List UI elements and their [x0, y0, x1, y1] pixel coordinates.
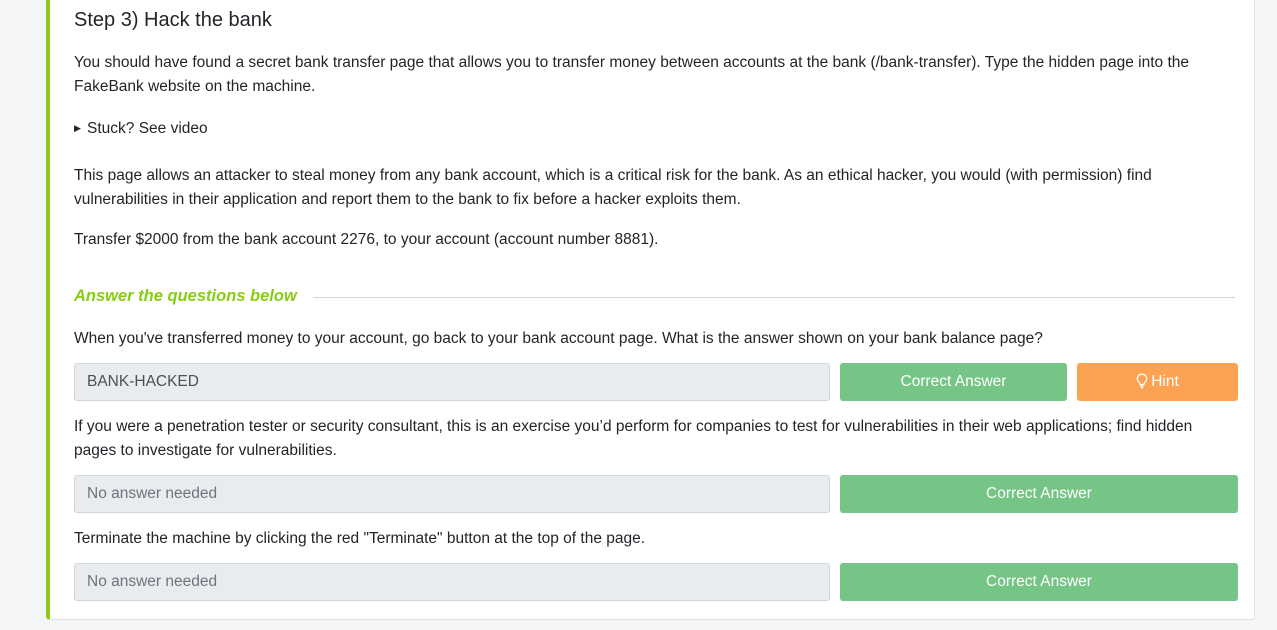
stuck-video-toggle[interactable]: ▶ Stuck? See video	[74, 117, 208, 140]
task-paragraph-risk: This page allows an attacker to steal mo…	[74, 167, 1152, 208]
answer-input[interactable]: No answer needed	[74, 563, 830, 601]
answer-section-header: Answer the questions below	[74, 287, 1235, 311]
task-title: Step 3) Hack the bank	[74, 9, 272, 31]
answer-input[interactable]: BANK-HACKED	[74, 363, 830, 401]
question-text: If you were a penetration tester or secu…	[74, 418, 1193, 459]
task-paragraph-transfer: Transfer $2000 from the bank account 227…	[74, 231, 659, 248]
stuck-video-label: Stuck? See video	[87, 120, 208, 137]
disclosure-triangle-icon: ▶	[74, 123, 81, 133]
question-text: Terminate the machine by clicking the re…	[74, 530, 646, 547]
question-text: When you've transferred money to your ac…	[74, 330, 1043, 347]
task-intro: You should have found a secret bank tran…	[74, 54, 1189, 95]
task-card: Step 3) Hack the bank You should have fo…	[46, 0, 1255, 620]
answer-header-label: Answer the questions below	[74, 287, 313, 305]
correct-answer-button[interactable]: Correct Answer	[840, 475, 1238, 513]
hint-button[interactable]: Hint	[1077, 363, 1238, 401]
correct-answer-button[interactable]: Correct Answer	[840, 363, 1067, 401]
lightbulb-icon	[1136, 366, 1148, 404]
answer-input[interactable]: No answer needed	[74, 475, 830, 513]
hint-label: Hint	[1151, 373, 1179, 390]
correct-answer-button[interactable]: Correct Answer	[840, 563, 1238, 601]
